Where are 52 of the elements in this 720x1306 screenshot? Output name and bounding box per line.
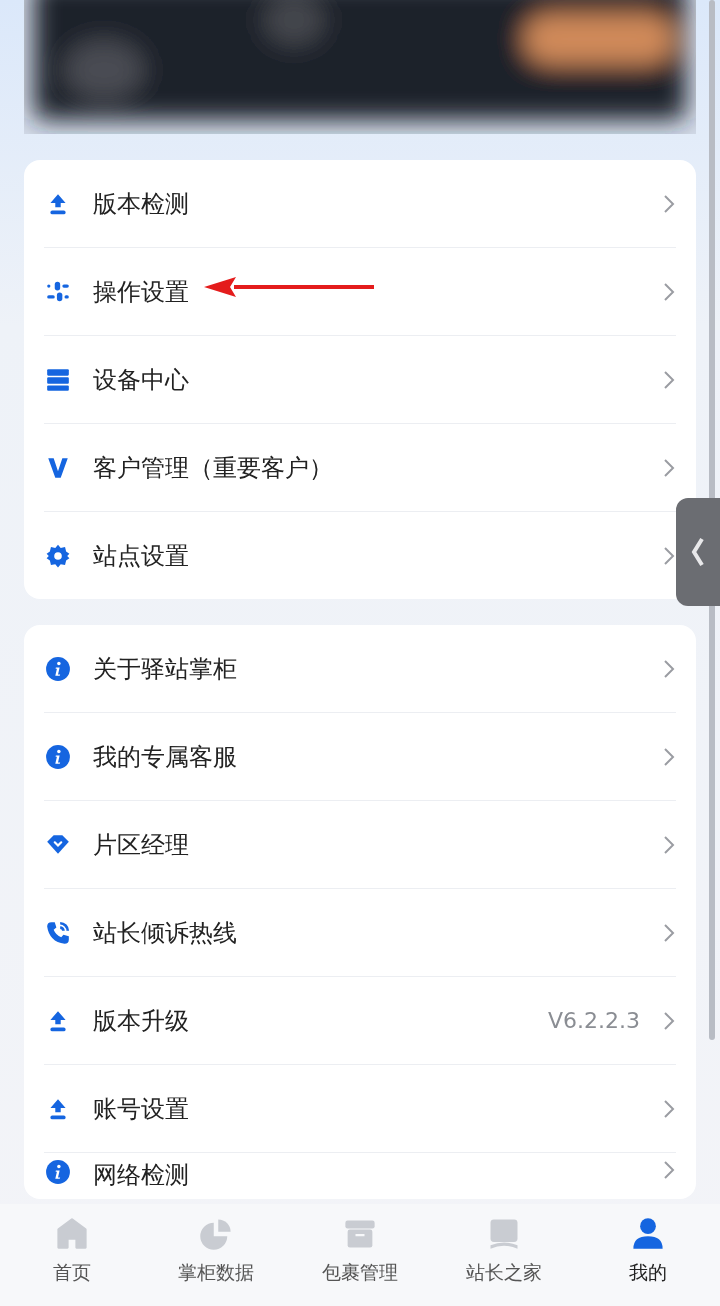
phone-icon [45, 919, 71, 946]
side-handle[interactable] [676, 498, 720, 606]
chevron-left-icon [691, 537, 705, 567]
tab[interactable]: 掌柜数据 [144, 1204, 288, 1306]
chevron-icon [662, 1009, 676, 1032]
pie-chart-icon [198, 1216, 234, 1252]
chevron-icon [662, 1097, 676, 1120]
menu-label: 设备中心 [93, 364, 189, 396]
menu-item[interactable]: 设备中心 [44, 336, 676, 424]
menu-label: 关于驿站掌柜 [93, 653, 237, 685]
menu-item[interactable]: 站点设置 [44, 512, 676, 599]
chevron-icon [662, 1159, 676, 1181]
chevron-icon [662, 280, 676, 303]
chevron-icon [662, 192, 676, 215]
tab[interactable]: 首页 [0, 1204, 144, 1306]
person-icon [630, 1216, 666, 1252]
chevron-icon [662, 657, 676, 680]
menu-item[interactable]: 账号设置 [44, 1065, 676, 1153]
chevron-icon [662, 456, 676, 479]
menu-label: 账号设置 [93, 1093, 189, 1125]
menu-item[interactable]: 版本检测 [44, 160, 676, 248]
menu-label: 站点设置 [93, 540, 189, 572]
menu-item[interactable]: 我的专属客服 [44, 713, 676, 801]
info-icon [45, 655, 71, 682]
menu-label: 站长倾诉热线 [93, 917, 237, 949]
version-text: V6.2.2.3 [547, 1008, 640, 1033]
menu-label: 我的专属客服 [93, 741, 237, 773]
tab[interactable]: 站长之家 [432, 1204, 576, 1306]
menu-item[interactable]: 客户管理（重要客户） [44, 424, 676, 512]
info-icon [45, 1159, 71, 1185]
menu-label: 版本检测 [93, 188, 189, 220]
menu-label: 版本升级 [93, 1005, 189, 1037]
chevron-icon [662, 921, 676, 944]
server-icon [45, 366, 71, 393]
menu-label: 客户管理（重要客户） [93, 452, 333, 484]
menu-item[interactable]: 网络检测 [44, 1153, 676, 1199]
menu-item[interactable]: 关于驿站掌柜 [44, 625, 676, 713]
menu-label: 片区经理 [93, 829, 189, 861]
menu-item[interactable]: 站长倾诉热线 [44, 889, 676, 977]
tab[interactable]: 包裹管理 [288, 1204, 432, 1306]
tab[interactable]: 我的 [576, 1204, 720, 1306]
menu-label: 操作设置 [93, 276, 189, 308]
chevron-icon [662, 745, 676, 768]
menu-item[interactable]: 片区经理 [44, 801, 676, 889]
menu-label: 网络检测 [93, 1160, 189, 1191]
chevron-icon [662, 368, 676, 391]
chevron-icon [662, 833, 676, 856]
home-icon [54, 1216, 90, 1252]
menu-item[interactable]: 版本升级 V6.2.2.3 [44, 977, 676, 1065]
chevron-icon [662, 544, 676, 567]
info-icon [45, 743, 71, 770]
gear-icon [45, 542, 71, 569]
